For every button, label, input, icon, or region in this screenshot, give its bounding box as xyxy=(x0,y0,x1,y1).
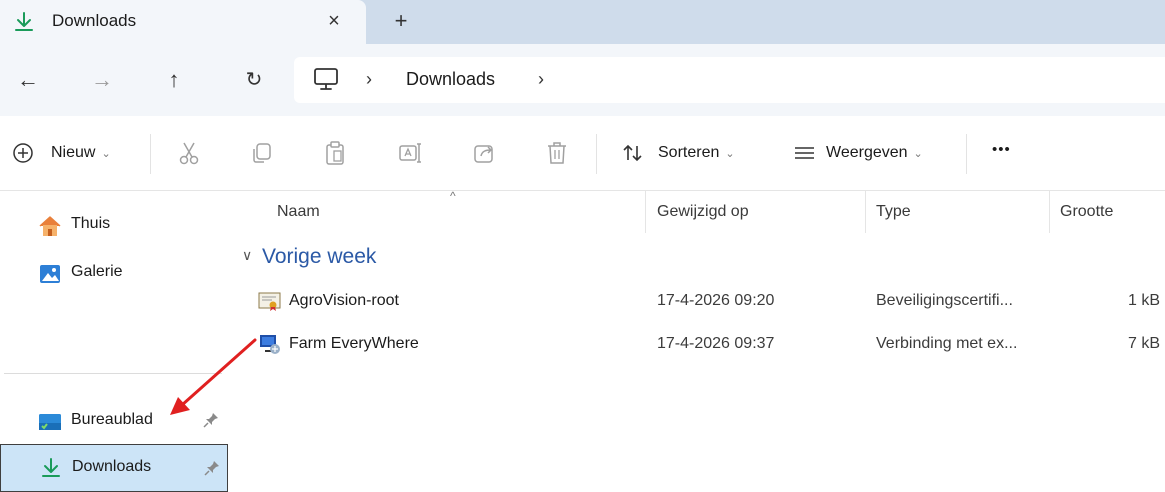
more-options-button[interactable]: ••• xyxy=(992,141,1011,158)
tab-downloads[interactable]: Downloads × xyxy=(0,0,366,44)
sidebar-item-home[interactable]: Thuis xyxy=(0,205,228,245)
sidebar-item-label: Galerie xyxy=(71,263,123,280)
file-name: Farm EveryWhere xyxy=(289,335,419,352)
command-bar: Nieuw ⌄ Sorteren ⌄ Weergeven ⌄ ••• xyxy=(0,116,1165,191)
view-button[interactable]: Weergeven ⌄ xyxy=(792,116,952,190)
column-divider[interactable] xyxy=(645,191,646,233)
sort-indicator: ^ xyxy=(450,189,456,203)
toolbar-divider xyxy=(150,134,151,174)
file-type: Verbinding met ex... xyxy=(876,335,1018,352)
close-tab-button[interactable]: × xyxy=(322,6,346,36)
breadcrumb-separator[interactable]: › xyxy=(538,69,544,90)
sidebar-item-label: Downloads xyxy=(72,458,152,475)
home-icon xyxy=(39,216,61,236)
file-modified: 17-4-2026 09:37 xyxy=(657,335,775,352)
pin-icon[interactable] xyxy=(203,459,221,477)
address-bar[interactable]: › Downloads › xyxy=(294,57,1165,103)
file-type: Beveiligingscertifi... xyxy=(876,292,1013,309)
new-label: Nieuw ⌄ xyxy=(51,144,111,161)
sidebar-item-label: Thuis xyxy=(71,215,111,232)
tab-bar: Downloads × + xyxy=(0,0,1165,44)
remote-desktop-icon xyxy=(260,335,280,354)
copy-icon[interactable] xyxy=(249,140,275,166)
tab-title: Downloads xyxy=(52,11,137,30)
file-list: ^ Naam Gewijzigd op Type Grootte ∨ Vorig… xyxy=(228,189,1165,492)
file-row[interactable]: AgroVision-root 17-4-2026 09:20 Beveilig… xyxy=(228,280,1165,322)
share-icon[interactable] xyxy=(471,140,497,166)
download-icon xyxy=(42,458,60,477)
sidebar-item-label: Bureaublad xyxy=(71,411,153,428)
navigation-pane: Thuis Galerie Bureaublad Downloads xyxy=(0,191,228,492)
sidebar-item-desktop[interactable]: Bureaublad xyxy=(0,401,228,441)
toolbar-divider xyxy=(596,134,597,174)
plus-circle-icon xyxy=(13,143,33,163)
sort-button[interactable]: Sorteren ⌄ xyxy=(620,116,760,190)
file-modified: 17-4-2026 09:20 xyxy=(657,292,775,309)
group-header[interactable]: Vorige week xyxy=(262,245,376,269)
column-divider[interactable] xyxy=(1049,191,1050,233)
sidebar-item-gallery[interactable]: Galerie xyxy=(0,253,228,293)
delete-icon[interactable] xyxy=(544,140,570,166)
new-button[interactable]: Nieuw ⌄ xyxy=(12,116,132,190)
download-icon xyxy=(15,12,33,31)
this-pc-icon[interactable] xyxy=(312,67,340,93)
gallery-icon xyxy=(40,265,60,283)
sort-label: Sorteren ⌄ xyxy=(658,144,735,161)
forward-button[interactable]: → xyxy=(88,66,116,94)
navigation-bar: ← → ↑ ↻ › Downloads › xyxy=(0,44,1165,116)
breadcrumb-downloads[interactable]: Downloads xyxy=(406,69,495,90)
up-button[interactable]: ↑ xyxy=(160,66,188,94)
view-icon xyxy=(795,147,814,159)
file-size: 7 kB xyxy=(1127,335,1160,352)
paste-icon[interactable] xyxy=(322,140,348,166)
column-header-name[interactable]: Naam xyxy=(277,203,320,221)
file-name: AgroVision-root xyxy=(289,292,399,309)
sidebar-divider xyxy=(4,373,222,374)
file-size: 1 kB xyxy=(1127,292,1160,309)
column-header-size[interactable]: Grootte xyxy=(1060,203,1113,221)
breadcrumb-separator[interactable]: › xyxy=(366,69,372,90)
refresh-button[interactable]: ↻ xyxy=(240,66,268,94)
toolbar-divider xyxy=(966,134,967,174)
cut-icon[interactable] xyxy=(176,140,202,166)
desktop-icon xyxy=(39,414,61,430)
pin-icon[interactable] xyxy=(202,411,220,429)
view-label: Weergeven ⌄ xyxy=(826,144,923,161)
sidebar-item-downloads[interactable]: Downloads xyxy=(0,444,228,492)
certificate-icon xyxy=(258,292,281,311)
back-button[interactable]: ← xyxy=(14,66,42,94)
new-tab-button[interactable]: + xyxy=(389,6,413,36)
rename-icon[interactable] xyxy=(397,140,423,166)
column-divider[interactable] xyxy=(865,191,866,233)
sort-icon xyxy=(623,144,642,162)
file-row[interactable]: Farm EveryWhere 17-4-2026 09:37 Verbindi… xyxy=(228,323,1165,365)
column-header-type[interactable]: Type xyxy=(876,203,911,221)
group-collapse-chevron[interactable]: ∨ xyxy=(242,247,252,264)
column-header-modified[interactable]: Gewijzigd op xyxy=(657,203,749,221)
